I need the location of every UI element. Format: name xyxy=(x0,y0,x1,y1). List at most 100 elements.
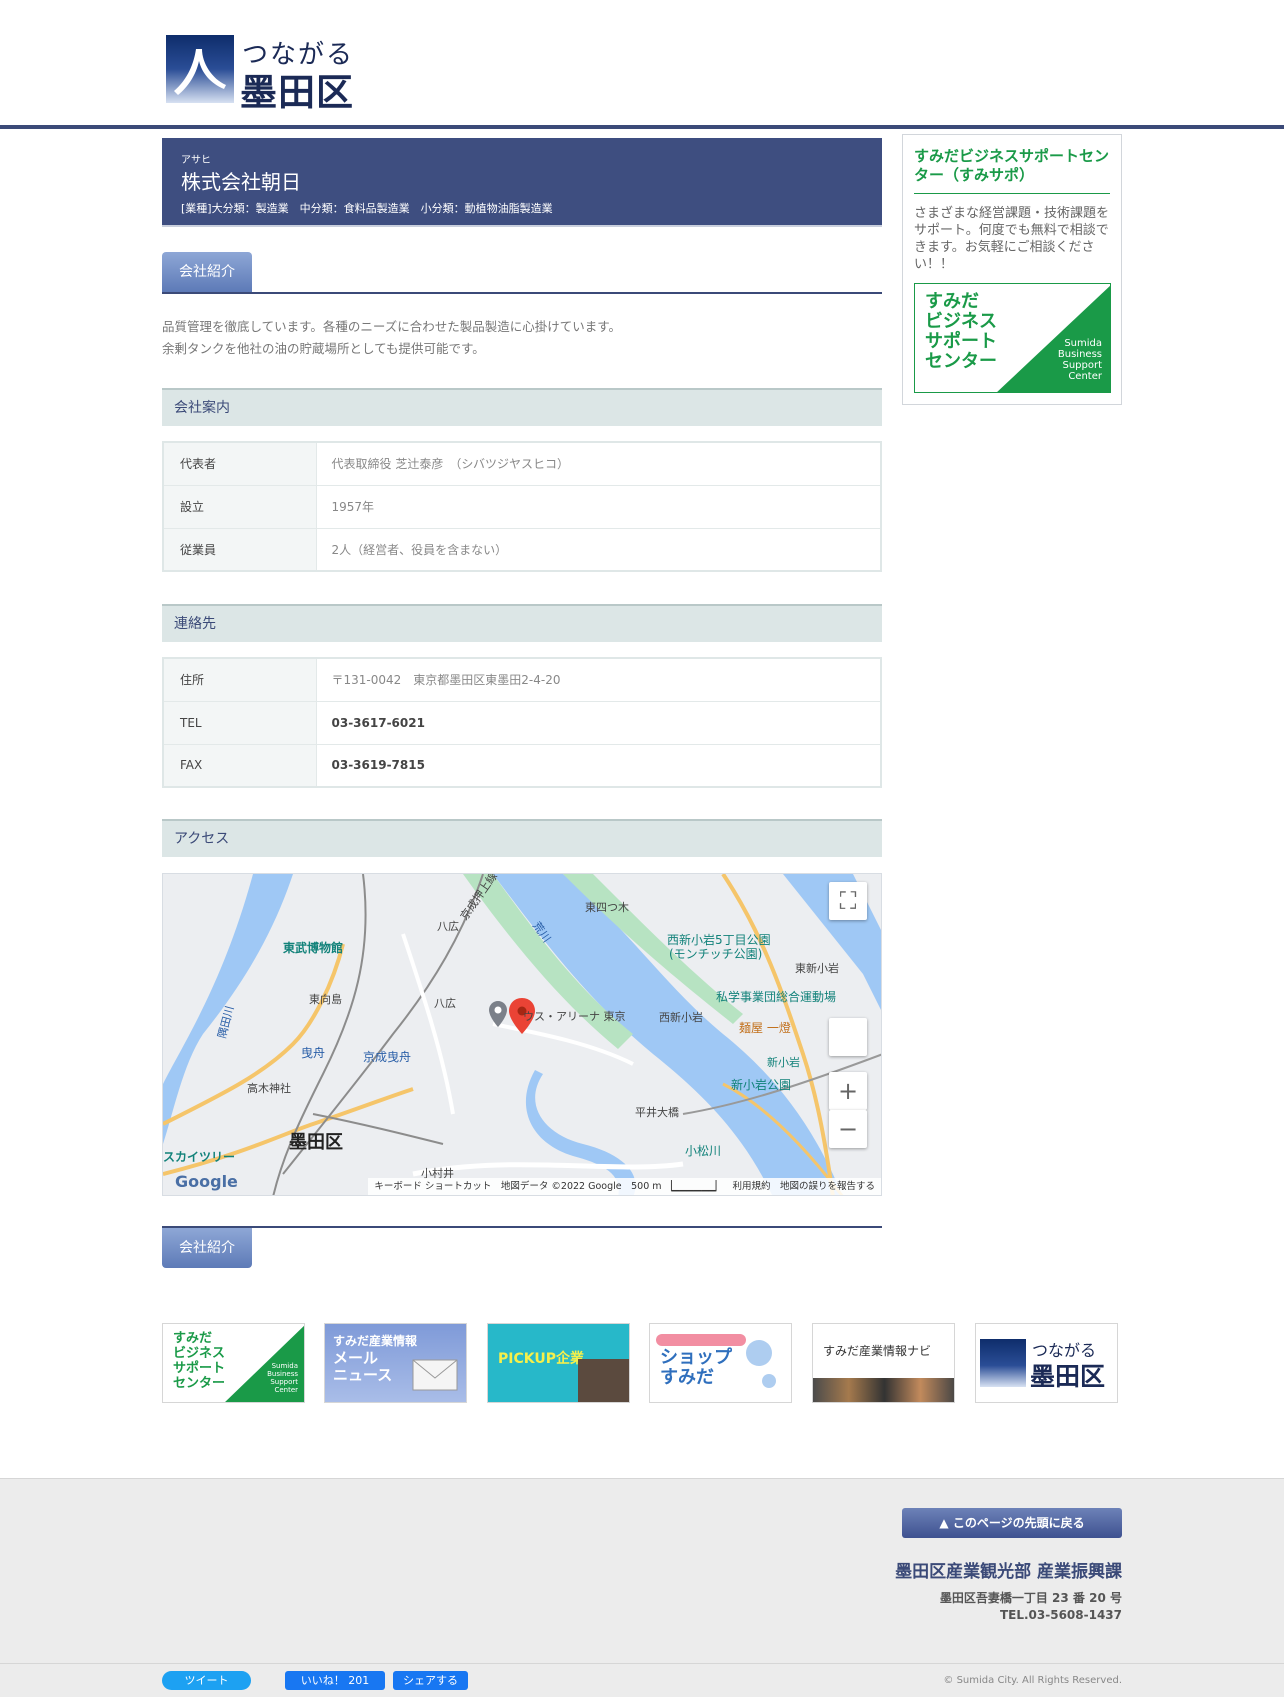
banner-photo-strip xyxy=(813,1378,954,1402)
row-value: 1957年 xyxy=(316,485,881,529)
row-value: 代表取締役 芝辻泰彦 （シバツジヤスヒコ） xyxy=(316,442,881,486)
sidebar-banner[interactable]: すみだ ビジネス サポート センター Sumida Business Suppo… xyxy=(914,283,1111,393)
banner-row: すみだ ビジネス サポート センター Sumida Business Suppo… xyxy=(162,1323,1122,1403)
banner-business-support[interactable]: すみだ ビジネス サポート センター Sumida Business Suppo… xyxy=(162,1323,305,1403)
table-row: TEL 03-3617-6021 xyxy=(163,701,881,745)
company-industry: [業種]大分類：製造業 中分類：食料品製造業 小分類：動植物油脂製造業 xyxy=(181,202,553,215)
map-attribution[interactable]: キーボード ショートカット 地図データ ©2022 Google 500 m ▕… xyxy=(368,1178,881,1195)
map-label: 東向島 xyxy=(309,993,342,1006)
banner-text: Sumida Business Support Center xyxy=(267,1362,298,1394)
banner-text: Sumida Business Support Center xyxy=(1057,338,1102,382)
bottom-section-header: 会社紹介 xyxy=(162,1226,882,1268)
row-label: TEL xyxy=(163,701,317,745)
intro-text-line-1: 品質管理を徹底しています。各種のニーズに合わせた製品製造に心掛けています。 xyxy=(162,319,622,334)
banner-tsunagaru-sumida[interactable]: つながる 墨田区 xyxy=(975,1323,1118,1403)
google-map[interactable]: 東武博物館 東向島 八広 八広 京成曳舟 曳舟 高木神社 墨田区 スカイツリー … xyxy=(162,873,882,1196)
zoom-out-button[interactable]: − xyxy=(829,1110,867,1148)
sidebar-description: さまざまな経営課題・技術課題をサポート。何度でも無料で相談できます。お気軽にご相… xyxy=(914,206,1110,272)
map-label[interactable]: 八広 xyxy=(437,918,459,934)
banner-pickup[interactable]: PICKUP企業 xyxy=(487,1323,630,1403)
footer-tel: TEL.03-5608-1437 xyxy=(999,1608,1122,1622)
map-label: (モンチッチ公園) xyxy=(669,947,763,961)
row-value: 〒131-0042 東京都墨田区東墨田2-4-20 xyxy=(316,658,881,702)
row-label: 住所 xyxy=(163,658,317,702)
map-label[interactable]: 高木神社 xyxy=(247,1080,291,1096)
contact-heading: 連絡先 xyxy=(162,604,882,642)
logo-mark-icon xyxy=(166,35,234,103)
google-logo[interactable]: Google xyxy=(175,1172,238,1191)
fax-value: 03-3619-7815 xyxy=(316,744,881,788)
map-label[interactable]: 私学事業団総合運動場 xyxy=(716,988,836,1005)
company-name: 株式会社朝日 xyxy=(181,170,301,194)
row-label: 代表者 xyxy=(163,442,317,486)
company-title-box: アサヒ 株式会社朝日 [業種]大分類：製造業 中分類：食料品製造業 小分類：動植… xyxy=(162,138,882,227)
place-pin-icon[interactable] xyxy=(489,1001,507,1027)
intro-tab: 会社紹介 xyxy=(162,252,252,292)
footer-department: 墨田区産業観光部 産業振興課 xyxy=(895,1562,1122,1582)
logo-text-big: 墨田区 xyxy=(240,70,354,114)
banner-text: すみだ ビジネス サポート センター xyxy=(925,291,997,372)
table-row: 住所 〒131-0042 東京都墨田区東墨田2-4-20 xyxy=(163,658,881,702)
sidebar-support-center: すみだビジネスサポートセンター（すみサポ） さまざまな経営課題・技術課題をサポー… xyxy=(902,134,1122,405)
site-header: つながる 墨田区 xyxy=(0,0,1284,129)
table-row: 代表者 代表取締役 芝辻泰彦 （シバツジヤスヒコ） xyxy=(163,442,881,486)
map-label[interactable]: 麺屋 一燈 xyxy=(739,1019,791,1036)
map-label[interactable]: 平井大橋 xyxy=(635,1104,679,1120)
row-label: 従業員 xyxy=(163,528,317,572)
banner-industry-navi[interactable]: すみだ産業情報ナビ xyxy=(812,1323,955,1403)
company-info-table: 代表者 代表取締役 芝辻泰彦 （シバツジヤスヒコ） 設立 1957年 従業員 2… xyxy=(162,441,882,572)
copyright: © Sumida City. All Rights Reserved. xyxy=(943,1675,1122,1686)
sidebar-title[interactable]: すみだビジネスサポートセンター（すみサポ） xyxy=(914,147,1110,194)
page-top-button[interactable]: ▲ このページの先頭に戻る xyxy=(902,1508,1122,1538)
bottom-tab: 会社紹介 xyxy=(162,1228,252,1268)
row-label: 設立 xyxy=(163,485,317,529)
banner-text: すみだ産業情報 xyxy=(333,1334,418,1348)
footer-divider xyxy=(0,1663,1284,1664)
map-label: 曳舟 xyxy=(301,1046,326,1060)
banner-text: すみだ ビジネス サポート センター xyxy=(173,1331,226,1391)
access-heading: アクセス xyxy=(162,819,882,857)
company-ruby: アサヒ xyxy=(181,155,211,166)
map-label: 東新小岩 xyxy=(795,962,839,975)
site-logo[interactable]: つながる 墨田区 xyxy=(166,34,359,114)
zoom-in-button[interactable]: + xyxy=(829,1072,867,1110)
circle-icon xyxy=(746,1340,772,1366)
share-button[interactable]: シェアする xyxy=(393,1671,468,1690)
contact-table: 住所 〒131-0042 東京都墨田区東墨田2-4-20 TEL 03-3617… xyxy=(162,657,882,788)
map-label: 西新小岩 xyxy=(659,1011,703,1024)
table-row: 設立 1957年 xyxy=(163,485,881,529)
map-label[interactable]: ウス・アリーナ 東京 xyxy=(523,1008,626,1024)
map-label[interactable]: 新小岩公園 xyxy=(731,1076,791,1093)
intro-text: 品質管理を徹底しています。各種のニーズに合わせた製品製造に心掛けています。 余剰… xyxy=(162,316,882,360)
banner-text: 墨田区 xyxy=(1030,1362,1106,1391)
banner-text: すみだ産業情報ナビ xyxy=(823,1344,932,1358)
banner-text: ショップ すみだ xyxy=(660,1347,732,1388)
table-row: 従業員 2人（経営者、役員を含まない） xyxy=(163,528,881,572)
map-label[interactable]: 東武博物館 xyxy=(283,939,343,956)
fullscreen-button[interactable]: ⛶ xyxy=(829,882,867,920)
company-info-heading: 会社案内 xyxy=(162,388,882,426)
tweet-button[interactable]: ツイート xyxy=(162,1671,251,1690)
banner-text: PICKUP企業 xyxy=(498,1351,584,1367)
envelope-icon xyxy=(412,1359,458,1391)
row-value: 2人（経営者、役員を含まない） xyxy=(316,528,881,572)
map-label: 墨田区 xyxy=(289,1132,343,1153)
row-label: FAX xyxy=(163,744,317,788)
map-label[interactable]: 京成曳舟 xyxy=(363,1048,411,1065)
site-footer: ▲ このページの先頭に戻る 墨田区産業観光部 産業振興課 墨田区吾妻橋一丁目 2… xyxy=(0,1478,1284,1697)
map-label[interactable]: スカイツリー xyxy=(163,1148,235,1165)
banner-shop-sumida[interactable]: ショップ すみだ xyxy=(649,1323,792,1403)
logo-mark-icon xyxy=(980,1339,1026,1387)
banner-photo xyxy=(578,1359,629,1402)
banner-mail-news[interactable]: すみだ産業情報 メール ニュース xyxy=(324,1323,467,1403)
intro-section-header: 会社紹介 xyxy=(162,252,882,294)
street-view-button[interactable] xyxy=(829,1018,867,1056)
banner-text: メール ニュース xyxy=(333,1349,393,1384)
map-label: 東四つ木 xyxy=(585,901,629,914)
intro-text-line-2: 余剰タンクを他社の油の貯蔵場所としても提供可能です。 xyxy=(162,341,485,356)
circle-icon xyxy=(762,1374,776,1388)
map-label: 新小岩 xyxy=(767,1056,800,1069)
banner-ribbon xyxy=(656,1334,746,1346)
like-button[interactable]: いいね！ 201 xyxy=(285,1671,385,1690)
tel-value[interactable]: 03-3617-6021 xyxy=(316,701,881,745)
